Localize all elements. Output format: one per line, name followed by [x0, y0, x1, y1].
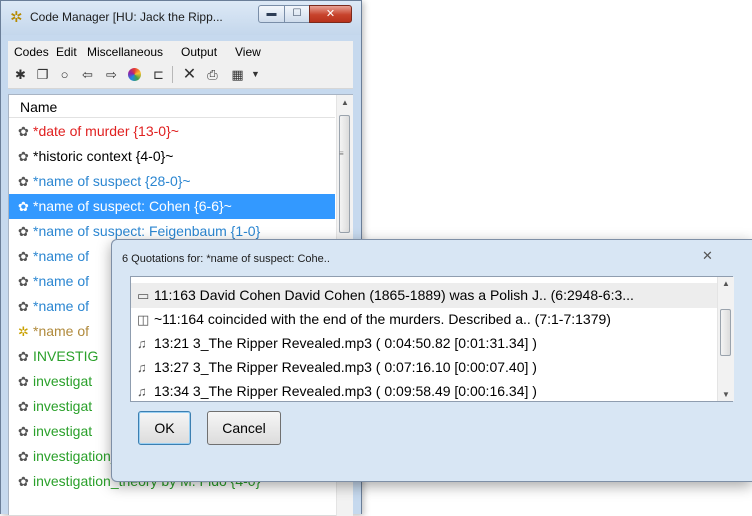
text-document-icon: ▭ [137, 288, 150, 303]
quotations-dialog: 6 Quotations for: *name of suspect: Cohe… [111, 239, 752, 482]
comment-icon[interactable]: ○ [56, 66, 73, 83]
cancel-button[interactable]: Cancel [207, 411, 281, 445]
linked-document-icon: ◫ [137, 312, 150, 327]
quotation-item[interactable]: ♫ 13:34 3_The Ripper Revealed.mp3 ( 0:09:… [131, 379, 717, 404]
quotations-list[interactable]: ▭ 11:163 David Cohen David Cohen (1865-18… [130, 276, 734, 404]
menu-output[interactable]: Output [181, 45, 217, 59]
quotation-text: 13:34 3_The Ripper Revealed.mp3 ( 0:09:5… [154, 383, 537, 399]
code-label: *name of suspect: Cohen {6-6}~ [33, 198, 232, 214]
vertical-scrollbar[interactable]: ▲ ▼ [717, 277, 734, 401]
scroll-thumb[interactable] [339, 115, 350, 233]
scroll-up-icon[interactable]: ▲ [341, 98, 349, 107]
back-icon[interactable]: ⇦ [79, 66, 96, 83]
code-icon: ✿ [18, 349, 29, 364]
code-label: INVESTIG [33, 348, 99, 364]
code-label: investigat [33, 398, 93, 414]
code-label: *name of [33, 323, 90, 339]
code-icon: ✿ [18, 174, 29, 189]
code-icon: ✲ [18, 324, 29, 339]
copy-icon[interactable]: ❐ [34, 66, 51, 83]
maximize-button[interactable]: ☐ [284, 5, 310, 23]
code-list-item[interactable]: ✿ *name of suspect {28-0}~ [9, 169, 335, 194]
toolbar: ✱ ❐ ○ ⇦ ⇨ ⊏ ✕ ⎙ ▦ ▼ [8, 61, 353, 89]
code-icon: ✿ [18, 399, 29, 414]
ok-button[interactable]: OK [138, 411, 191, 445]
quotation-text: 13:27 3_The Ripper Revealed.mp3 ( 0:07:1… [154, 359, 537, 375]
code-icon: ✿ [18, 299, 29, 314]
quotation-text: 13:21 3_The Ripper Revealed.mp3 ( 0:04:5… [154, 335, 537, 351]
code-icon: ✿ [18, 124, 29, 139]
quotation-item[interactable]: ◫ ~11:164 coincided with the end of the m… [131, 307, 717, 332]
scroll-up-icon[interactable]: ▲ [722, 279, 730, 288]
quotation-item[interactable]: ▭ 11:163 David Cohen David Cohen (1865-18… [131, 283, 717, 308]
code-label: *name of suspect {28-0}~ [33, 173, 191, 189]
code-icon: ✿ [18, 274, 29, 289]
close-button[interactable]: ✕ [309, 5, 352, 23]
audio-file-icon: ♫ [137, 336, 147, 351]
quotation-text: 11:163 David Cohen David Cohen (1865-188… [154, 287, 634, 303]
column-header-name[interactable]: Name [9, 95, 335, 118]
network-icon[interactable]: ⊏ [150, 66, 167, 83]
code-list-item[interactable]: ✿ *historic context {4-0}~ [9, 144, 335, 169]
toolbar-separator [172, 66, 173, 83]
code-label: *date of murder {13-0}~ [33, 123, 179, 139]
code-icon: ✿ [18, 249, 29, 264]
color-icon[interactable] [126, 66, 143, 83]
quotation-item[interactable]: ♫ 13:21 3_The Ripper Revealed.mp3 ( 0:04:… [131, 331, 717, 356]
minimize-button[interactable]: ▬ [258, 5, 285, 23]
grid-icon[interactable]: ▦ [229, 66, 246, 83]
quotation-item[interactable]: ♫ 13:27 3_The Ripper Revealed.mp3 ( 0:07:… [131, 355, 717, 380]
code-icon: ✿ [18, 374, 29, 389]
code-icon: ✿ [18, 224, 29, 239]
code-label: *name of [33, 273, 90, 289]
window-title: Code Manager [HU: Jack the Ripp... [30, 10, 223, 24]
code-icon: ✿ [18, 199, 29, 214]
code-icon: ✿ [18, 474, 29, 489]
audio-file-icon: ♫ [137, 384, 147, 399]
scroll-thumb[interactable] [720, 309, 731, 356]
menu-codes[interactable]: Codes [14, 45, 49, 59]
code-label: investigat [33, 423, 93, 439]
menu-edit[interactable]: Edit [56, 45, 77, 59]
delete-icon[interactable]: ✕ [181, 66, 198, 83]
code-label: *name of [33, 248, 90, 264]
close-icon[interactable]: ✕ [702, 248, 713, 264]
new-code-icon[interactable]: ✱ [12, 66, 29, 83]
quotation-text: ~11:164 coincided with the end of the mu… [154, 311, 611, 327]
code-list-item[interactable]: ✿ *name of suspect: Cohen {6-6}~ [9, 194, 335, 219]
chevron-down-icon[interactable]: ▼ [247, 66, 264, 83]
scroll-down-icon[interactable]: ▼ [722, 390, 730, 399]
code-label: *name of [33, 298, 90, 314]
code-icon: ✿ [18, 449, 29, 464]
code-label: investigat [33, 373, 93, 389]
forward-icon[interactable]: ⇨ [103, 66, 120, 83]
audio-file-icon: ♫ [137, 360, 147, 375]
menu-bar: Codes Edit Miscellaneous Output View [8, 41, 353, 61]
title-bar[interactable]: ✲ Code Manager [HU: Jack the Ripp... ▬ ☐… [1, 1, 361, 35]
print-icon[interactable]: ⎙ [204, 66, 221, 83]
app-icon: ✲ [10, 9, 23, 26]
column-header-label: Name [20, 99, 58, 115]
code-icon: ✿ [18, 149, 29, 164]
code-label: *historic context {4-0}~ [33, 148, 174, 164]
scroll-grip-icon: ≡ [339, 149, 344, 158]
menu-view[interactable]: View [235, 45, 261, 59]
dialog-title: 6 Quotations for: *name of suspect: Cohe… [122, 253, 330, 265]
code-list-item[interactable]: ✿ *date of murder {13-0}~ [9, 119, 335, 144]
menu-miscellaneous[interactable]: Miscellaneous [87, 45, 163, 59]
code-icon: ✿ [18, 424, 29, 439]
